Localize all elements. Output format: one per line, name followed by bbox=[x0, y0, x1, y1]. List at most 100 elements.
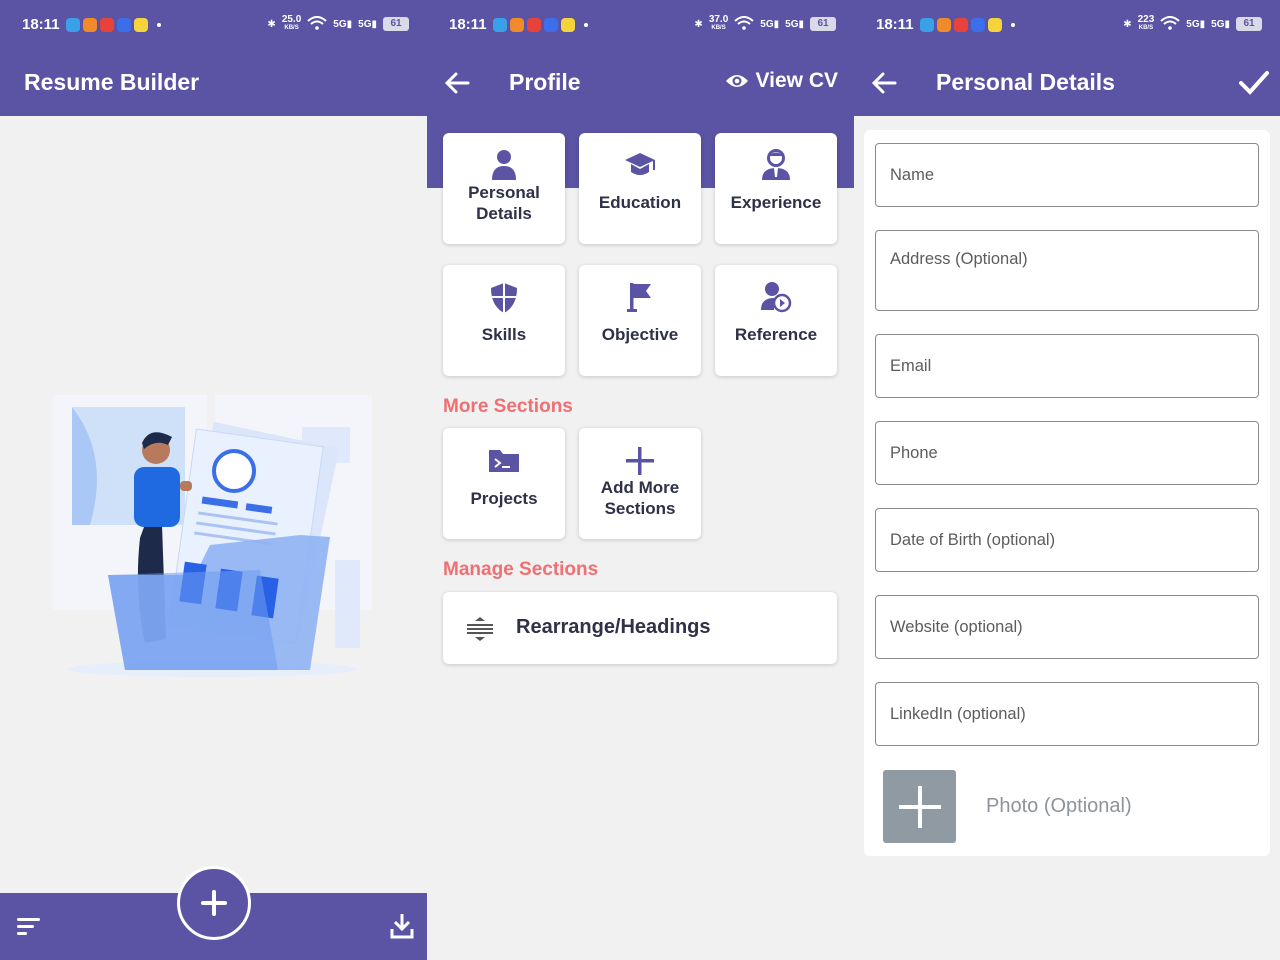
eye-icon bbox=[725, 75, 748, 87]
app-notification-icon bbox=[561, 18, 575, 32]
add-resume-button[interactable] bbox=[177, 866, 251, 940]
card-education[interactable]: Education bbox=[579, 133, 701, 244]
website-field[interactable] bbox=[875, 595, 1259, 659]
back-arrow-icon[interactable] bbox=[441, 66, 475, 100]
card-personal-details[interactable]: Personal Details bbox=[443, 133, 565, 244]
card-label: Skills bbox=[481, 325, 527, 344]
screens: 18:11 ✱ 25.0 KB/S 5G▮ 5G▮ 61 Resume Buil… bbox=[0, 0, 1280, 960]
folder-icon bbox=[443, 446, 565, 478]
wifi-icon bbox=[734, 15, 754, 33]
signal-icon: 5G▮ bbox=[760, 18, 780, 30]
date-of-birth-field[interactable] bbox=[875, 508, 1259, 572]
wifi-icon bbox=[1160, 15, 1180, 33]
card-skills[interactable]: Skills bbox=[443, 265, 565, 376]
app-notification-icon bbox=[134, 18, 148, 32]
card-projects[interactable]: Projects bbox=[443, 428, 565, 539]
network-speed: 223 KB/S bbox=[1137, 14, 1155, 32]
app-notification-icon bbox=[544, 18, 558, 32]
plus-icon bbox=[579, 445, 701, 477]
page-title: Personal Details bbox=[936, 69, 1115, 95]
status-time: 18:11 bbox=[449, 16, 487, 33]
bluetooth-icon: ✱ bbox=[267, 18, 276, 30]
person-arrow-icon bbox=[715, 281, 837, 313]
rearrange-headings-button[interactable]: Rearrange/Headings bbox=[443, 592, 837, 664]
save-check-button[interactable] bbox=[1238, 66, 1270, 103]
signal-icon: 5G▮ bbox=[358, 18, 377, 30]
app-bar: Profile View CV bbox=[427, 50, 854, 116]
name-field[interactable] bbox=[875, 143, 1259, 207]
card-reference[interactable]: Reference bbox=[715, 265, 837, 376]
app-notification-icon bbox=[83, 18, 97, 32]
phone-field[interactable] bbox=[875, 421, 1259, 485]
shield-icon bbox=[443, 282, 565, 314]
battery-icon: 61 bbox=[1236, 17, 1262, 31]
profile-screen: 18:11 ✱ 37.0 KB/S 5G▮ 5G▮ 61 Profile Vie… bbox=[427, 0, 854, 960]
status-time: 18:11 bbox=[876, 16, 914, 33]
telegram-icon bbox=[920, 18, 934, 32]
battery-icon: 61 bbox=[383, 17, 409, 31]
bluetooth-icon: ✱ bbox=[1123, 18, 1132, 30]
email-field[interactable] bbox=[875, 334, 1259, 398]
more-notifications-icon bbox=[584, 23, 588, 27]
more-sections-title: More Sections bbox=[443, 396, 573, 417]
flag-icon bbox=[579, 281, 701, 313]
card-objective[interactable]: Objective bbox=[579, 265, 701, 376]
signal-icon: 5G▮ bbox=[1211, 18, 1230, 30]
app-notification-icon bbox=[117, 18, 131, 32]
card-label: Add More Sections bbox=[600, 478, 680, 518]
linkedin-field[interactable] bbox=[875, 682, 1259, 746]
personal-details-form: Photo (Optional) bbox=[864, 130, 1270, 856]
signal-icon: 5G▮ bbox=[1186, 18, 1206, 30]
status-bar: 18:11 ✱ 25.0 KB/S 5G▮ 5G▮ 61 bbox=[0, 0, 427, 50]
download-icon[interactable] bbox=[389, 912, 415, 945]
card-label: Experience bbox=[730, 193, 822, 212]
network-speed: 37.0 KB/S bbox=[708, 14, 729, 32]
system-icons: ✱ 37.0 KB/S 5G▮ 5G▮ 61 bbox=[694, 15, 836, 33]
view-cv-label: View CV bbox=[755, 69, 838, 92]
address-field[interactable] bbox=[875, 230, 1259, 311]
battery-icon: 61 bbox=[810, 17, 836, 31]
personal-details-screen: 18:11 ✱ 223 KB/S 5G▮ 5G▮ 61 Personal Det… bbox=[854, 0, 1280, 960]
card-experience[interactable]: Experience bbox=[715, 133, 837, 244]
more-notifications-icon bbox=[157, 23, 161, 27]
app-bar: Personal Details bbox=[854, 50, 1280, 116]
plus-icon bbox=[898, 785, 941, 828]
manage-sections-title: Manage Sections bbox=[443, 559, 599, 580]
notification-icons bbox=[493, 18, 588, 32]
app-notification-icon bbox=[988, 18, 1002, 32]
signal-icon: 5G▮ bbox=[785, 18, 804, 30]
page-title: Profile bbox=[509, 69, 581, 95]
status-bar: 18:11 ✱ 223 KB/S 5G▮ 5G▮ 61 bbox=[854, 0, 1280, 50]
empty-state-illustration bbox=[50, 395, 375, 685]
add-photo-button[interactable] bbox=[883, 770, 956, 843]
app-notification-icon bbox=[937, 18, 951, 32]
sort-icon[interactable] bbox=[16, 916, 42, 941]
wifi-icon bbox=[307, 15, 327, 33]
telegram-icon bbox=[493, 18, 507, 32]
plus-icon bbox=[201, 890, 227, 916]
card-add-more-sections[interactable]: Add More Sections bbox=[579, 428, 701, 539]
check-icon bbox=[1239, 71, 1269, 95]
photo-label: Photo (Optional) bbox=[986, 795, 1132, 817]
network-speed: 25.0 KB/S bbox=[281, 14, 302, 32]
graduation-cap-icon bbox=[579, 151, 701, 183]
page-title: Resume Builder bbox=[24, 69, 200, 95]
notification-icons bbox=[920, 18, 1015, 32]
back-arrow-icon[interactable] bbox=[868, 66, 902, 100]
status-bar: 18:11 ✱ 37.0 KB/S 5G▮ 5G▮ 61 bbox=[427, 0, 854, 50]
person-icon bbox=[443, 149, 565, 181]
status-time: 18:11 bbox=[22, 16, 60, 33]
view-cv-button[interactable]: View CV bbox=[725, 69, 838, 93]
system-icons: ✱ 223 KB/S 5G▮ 5G▮ 61 bbox=[1123, 15, 1262, 33]
card-label: Education bbox=[598, 193, 682, 212]
card-label: Projects bbox=[470, 489, 538, 508]
more-notifications-icon bbox=[1011, 23, 1015, 27]
app-notification-icon bbox=[527, 18, 541, 32]
telegram-icon bbox=[66, 18, 80, 32]
app-notification-icon bbox=[510, 18, 524, 32]
reorder-icon bbox=[465, 616, 495, 647]
app-notification-icon bbox=[971, 18, 985, 32]
notification-icons bbox=[66, 18, 161, 32]
app-notification-icon bbox=[100, 18, 114, 32]
rearrange-label: Rearrange/Headings bbox=[516, 616, 711, 638]
